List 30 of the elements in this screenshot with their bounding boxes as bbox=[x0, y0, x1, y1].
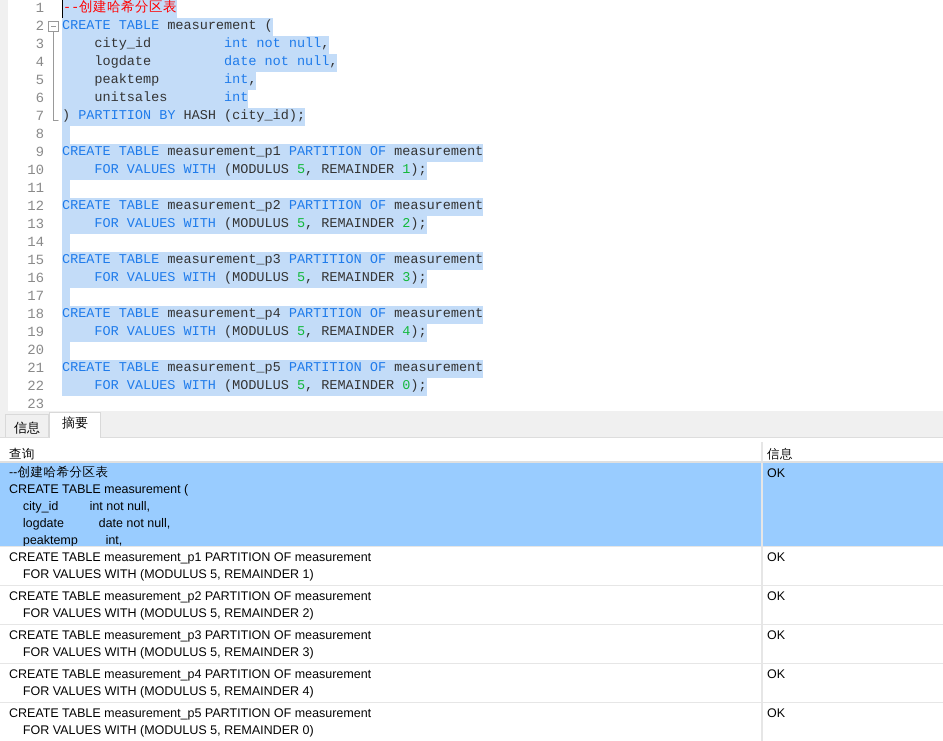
query-text: FOR VALUES WITH (MODULUS 5, REMAINDER 1) bbox=[22, 566, 315, 583]
query-text: CREATE TABLE measurement_p3 PARTITION OF measurement bbox=[9, 627, 372, 644]
result-row[interactable]: CREATE TABLE measurement_p5 PARTITION OF measurement FOR VALUES WITH (MODULUS 5, REMAINDER 0) OK bbox=[0, 703, 943, 741]
query-text: city_id int not null, bbox=[22, 498, 152, 515]
result-row[interactable]: CREATE TABLE measurement_p1 PARTITION OF measurement FOR VALUES WITH (MODULUS 5, REMAINDER 1) OK bbox=[0, 547, 943, 586]
query-text: FOR VALUES WITH (MODULUS 5, REMAINDER 2) bbox=[22, 605, 315, 622]
status-text: OK bbox=[767, 627, 786, 644]
status-text: OK bbox=[767, 705, 786, 722]
status-text: OK bbox=[767, 465, 786, 482]
query-text: logdate date not null, bbox=[22, 515, 172, 532]
result-row[interactable]: CREATE TABLE measurement_p2 PARTITION OF measurement FOR VALUES WITH (MODULUS 5, REMAINDER 2) OK bbox=[0, 586, 943, 625]
query-text: FOR VALUES WITH (MODULUS 5, REMAINDER 4) bbox=[22, 683, 315, 700]
status-text: OK bbox=[767, 666, 786, 683]
tab[interactable]: 摘要 bbox=[49, 412, 101, 438]
collapse-icon[interactable] bbox=[48, 18, 60, 36]
tab[interactable]: 信息 bbox=[5, 414, 49, 437]
column-header: 信息 bbox=[766, 446, 794, 461]
query-text: CREATE TABLE measurement_p4 PARTITION OF measurement bbox=[9, 666, 372, 683]
column-header: 查询 bbox=[0, 442, 763, 461]
query-text: CREATE TABLE measurement_p1 PARTITION OF measurement bbox=[9, 549, 372, 566]
query-text: FOR VALUES WITH (MODULUS 5, REMAINDER 0) bbox=[22, 722, 315, 739]
query-text: CREATE TABLE measurement_p2 PARTITION OF measurement bbox=[9, 588, 372, 605]
status-text: OK bbox=[767, 549, 786, 566]
query-text: CREATE TABLE measurement_p5 PARTITION OF measurement bbox=[9, 705, 372, 722]
status-text: OK bbox=[767, 588, 786, 605]
query-text: --创建哈希分区表 bbox=[9, 464, 110, 481]
query-text: CREATE TABLE measurement ( bbox=[9, 481, 190, 498]
result-row[interactable]: CREATE TABLE measurement_p4 PARTITION OF measurement FOR VALUES WITH (MODULUS 5, REMAINDER 4) OK bbox=[0, 664, 943, 703]
query-text: FOR VALUES WITH (MODULUS 5, REMAINDER 3) bbox=[22, 644, 315, 661]
result-row[interactable]: CREATE TABLE measurement_p3 PARTITION OF measurement FOR VALUES WITH (MODULUS 5, REMAINDER 3) OK bbox=[0, 625, 943, 664]
